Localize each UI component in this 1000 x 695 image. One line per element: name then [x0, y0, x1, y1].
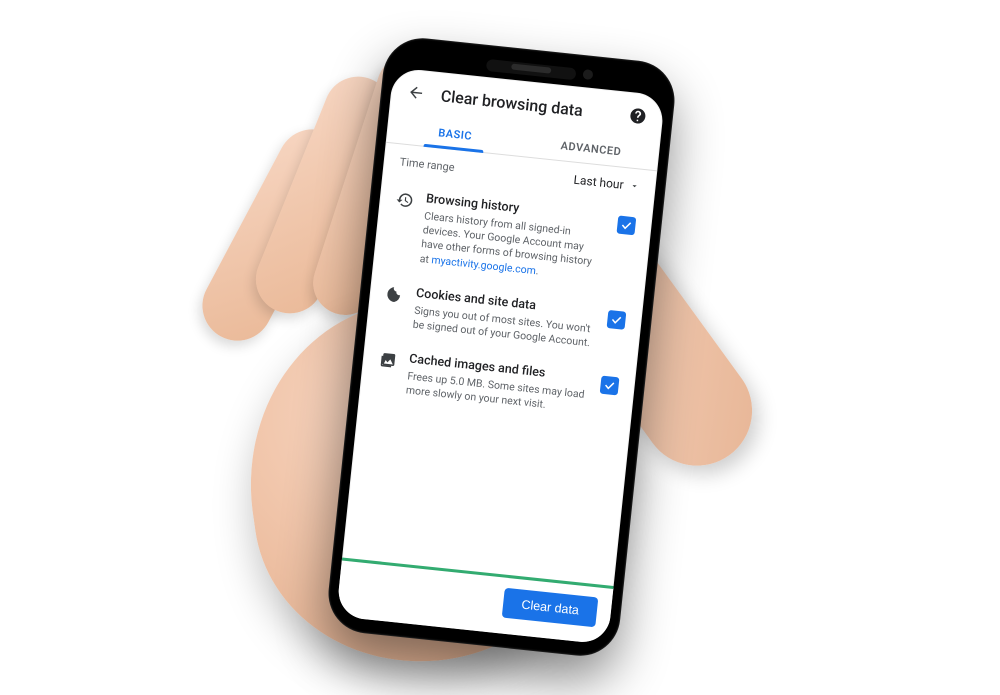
- check-icon: [610, 313, 623, 326]
- page-title: Clear browsing data: [440, 86, 614, 123]
- time-range-value: Last hour: [573, 173, 624, 192]
- history-icon: [395, 190, 415, 214]
- cookie-icon: [385, 284, 405, 308]
- back-button[interactable]: [404, 81, 428, 105]
- checkbox-history[interactable]: [617, 215, 637, 235]
- phone-screen: Clear browsing data BASIC ADVANCED Time …: [336, 67, 665, 645]
- chevron-down-icon: [629, 181, 640, 192]
- time-range-label: Time range: [399, 155, 455, 174]
- phone-device: Clear browsing data BASIC ADVANCED Time …: [325, 34, 679, 659]
- help-button[interactable]: [626, 104, 650, 128]
- checkbox-cookies[interactable]: [607, 310, 627, 330]
- clear-data-button[interactable]: Clear data: [502, 588, 598, 628]
- time-range-dropdown[interactable]: Last hour: [573, 173, 640, 194]
- image-icon: [378, 350, 398, 374]
- check-icon: [603, 379, 616, 392]
- checkbox-cache[interactable]: [600, 376, 620, 396]
- help-icon: [628, 106, 648, 126]
- check-icon: [620, 219, 633, 232]
- arrow-left-icon: [406, 83, 426, 103]
